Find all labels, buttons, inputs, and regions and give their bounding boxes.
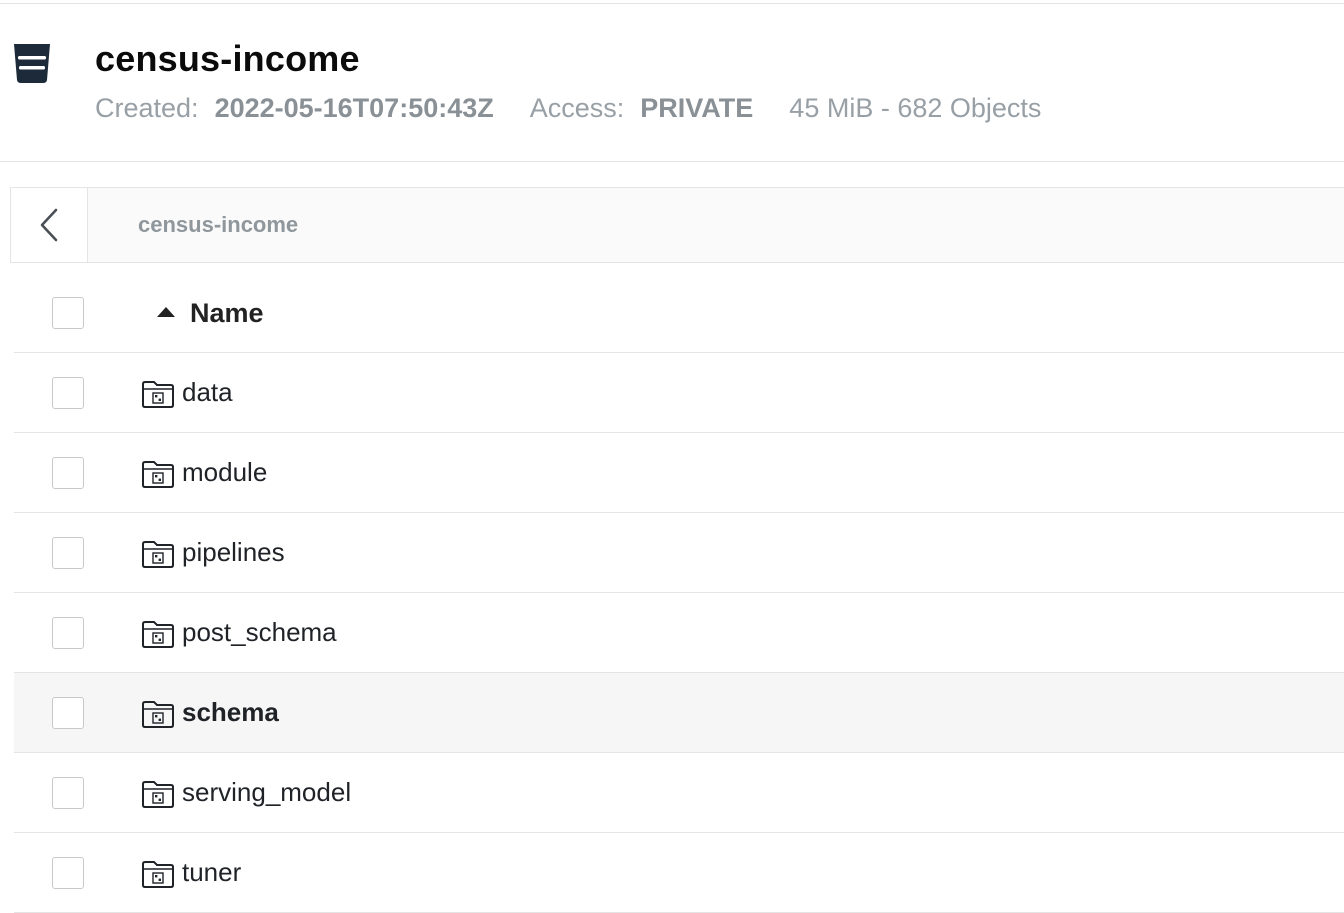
row-checkbox[interactable] (52, 696, 84, 729)
row-checkbox[interactable] (52, 536, 84, 569)
table-row[interactable]: post_schema (14, 593, 1344, 673)
folder-icon (142, 540, 174, 568)
object-table: Name data module pipelines post_schemaschem… (14, 274, 1344, 913)
sort-ascending-icon[interactable] (156, 306, 176, 318)
breadcrumb-path[interactable]: census-income (138, 212, 298, 238)
folder-icon (142, 620, 174, 648)
folder-icon (142, 860, 174, 888)
table-row[interactable]: data (14, 353, 1344, 433)
object-name[interactable]: pipelines (182, 537, 285, 568)
row-checkbox[interactable] (52, 776, 84, 809)
size-summary: 45 MiB - 682 Objects (789, 93, 1042, 123)
object-name[interactable]: module (182, 457, 267, 488)
folder-icon (142, 700, 174, 728)
table-row[interactable]: pipelines (14, 513, 1344, 593)
bucket-title: census-income (95, 38, 360, 79)
created-label: Created: (95, 93, 199, 123)
access-label: Access: (529, 93, 625, 123)
object-name[interactable]: serving_model (182, 777, 351, 808)
table-row[interactable]: tuner (14, 833, 1344, 913)
object-name[interactable]: post_schema (182, 617, 337, 648)
row-checkbox[interactable] (52, 616, 84, 649)
row-checkbox[interactable] (52, 456, 84, 489)
name-column-header[interactable]: Name (190, 298, 264, 329)
table-body: data module pipelines post_schemaschema serv… (14, 353, 1344, 913)
breadcrumb: census-income (10, 187, 1344, 263)
back-button[interactable] (11, 188, 88, 262)
chevron-left-icon (40, 208, 58, 242)
object-name[interactable]: data (182, 377, 233, 408)
table-header: Name (14, 274, 1344, 353)
table-row[interactable]: schema (14, 673, 1344, 753)
bucket-header: census-income Created: 2022-05-16T07:50:… (0, 4, 1344, 162)
bucket-icon (14, 44, 50, 83)
object-name[interactable]: tuner (182, 857, 241, 888)
row-checkbox[interactable] (52, 856, 84, 889)
row-checkbox[interactable] (52, 376, 84, 409)
folder-icon (142, 380, 174, 408)
table-row[interactable]: serving_model (14, 753, 1344, 833)
created-value: 2022-05-16T07:50:43Z (214, 93, 494, 123)
select-all-checkbox[interactable] (52, 297, 84, 329)
folder-icon (142, 460, 174, 488)
folder-icon (142, 780, 174, 808)
access-value: PRIVATE (640, 93, 754, 123)
table-row[interactable]: module (14, 433, 1344, 513)
bucket-meta: Created: 2022-05-16T07:50:43Z Access: PR… (95, 93, 1041, 124)
object-name[interactable]: schema (182, 697, 279, 728)
